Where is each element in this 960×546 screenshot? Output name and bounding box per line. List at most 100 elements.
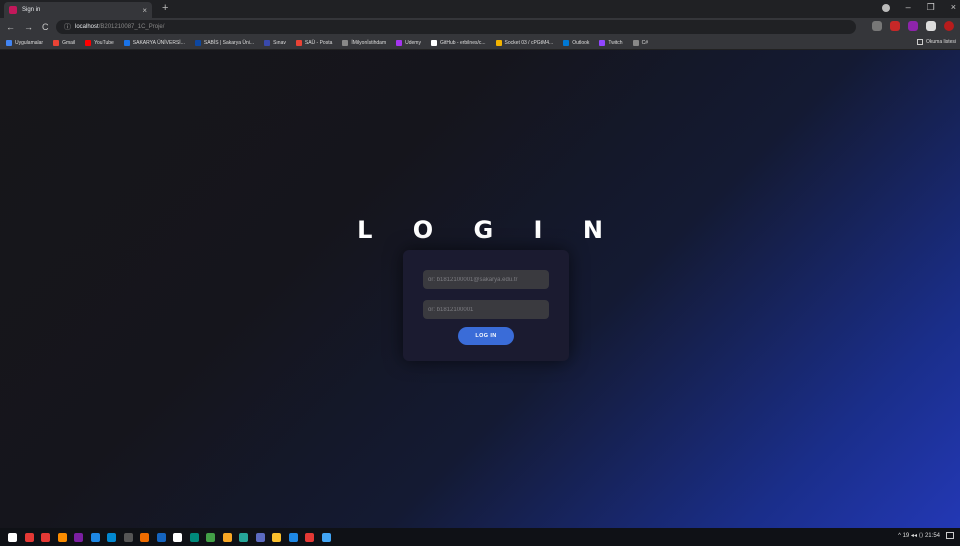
reading-list-button[interactable]: Okuma listesi (916, 39, 956, 45)
bookmark-label: YouTube (94, 39, 114, 46)
extensions-puzzle-icon[interactable] (926, 21, 936, 31)
profile-icon[interactable] (881, 4, 890, 12)
system-tray: ^ 19 ◂◂ ⟨⟩ 21:54 (898, 532, 954, 539)
bookmark-item[interactable]: Socket 03 / cPGtM4... (495, 39, 554, 46)
extension-moon-icon[interactable] (908, 21, 918, 31)
bookmark-icon (342, 39, 349, 46)
address-path: /B201210087_1C_Proje/ (98, 24, 165, 30)
reload-button[interactable]: C (42, 22, 49, 32)
tab-title: Sign in (22, 7, 41, 13)
tab-sign-in[interactable]: Sign in × (4, 2, 152, 18)
tray-text: ^ 19 ◂◂ ⟨⟩ 21:54 (898, 533, 940, 539)
bookmark-item[interactable]: Outlook (563, 39, 590, 46)
page-title: L O G I N (357, 216, 619, 244)
login-button[interactable]: LOG IN (458, 327, 514, 345)
taskbar-app-icon[interactable] (140, 532, 149, 542)
taskbar-app-icon[interactable] (288, 532, 298, 542)
bookmark-label: Udemy (405, 39, 421, 46)
bookmark-label: Socket 03 / cPGtM4... (504, 39, 554, 46)
bookmark-label: SAKARYA ÜNİVERSİ... (132, 39, 185, 46)
minimize-button[interactable]: – (906, 2, 911, 13)
favicon-icon (9, 6, 17, 14)
bookmark-label: Gmail (62, 39, 76, 46)
bookmark-item[interactable]: YouTube (85, 39, 114, 46)
taskbar-app-icon[interactable] (107, 532, 116, 542)
taskbar-app-icon[interactable] (90, 532, 100, 542)
bookmark-icon (563, 39, 570, 46)
reading-list-label: Okuma listesi (925, 39, 956, 45)
profile-avatar-icon[interactable] (944, 21, 954, 31)
taskbar-app-icon[interactable] (189, 532, 199, 542)
close-window-button[interactable]: × (951, 2, 956, 13)
bookmark-icon (123, 39, 130, 46)
taskbar-app-icon[interactable] (222, 532, 232, 542)
bookmark-item[interactable]: GitHub - erbilnes/c... (430, 39, 486, 46)
notifications-icon[interactable] (946, 532, 954, 539)
bookmark-item[interactable]: İMilyonİstihdam (342, 39, 387, 46)
taskbar-app-icon[interactable] (255, 532, 265, 542)
taskbar-app-icon[interactable] (206, 532, 215, 542)
bookmark-icon (6, 39, 12, 46)
bookmark-icon (495, 39, 502, 46)
taskbar-app-icon[interactable] (156, 532, 166, 542)
window-controls: – ❐ × (881, 2, 956, 13)
extension-adblock-icon[interactable] (890, 21, 900, 31)
bookmark-label: SAÜ - Posta (304, 39, 333, 46)
bookmark-item[interactable]: Uygulamalar (6, 39, 44, 46)
bookmark-item[interactable]: Gmail (53, 39, 76, 46)
bookmark-item[interactable]: Sınav (264, 39, 286, 46)
extensions (872, 21, 954, 31)
login-card: LOG IN (403, 250, 569, 361)
back-button[interactable]: ← (6, 22, 15, 32)
email-field[interactable] (423, 270, 549, 289)
password-field[interactable] (423, 300, 549, 319)
bookmark-item[interactable]: Twitch (599, 39, 623, 46)
taskbar-app-icon[interactable] (239, 532, 248, 542)
bookmark-icon (632, 39, 639, 46)
reading-list-icon (916, 39, 923, 45)
address-bar[interactable]: ⓘ localhost /B201210087_1C_Proje/ (56, 20, 856, 34)
login-page: L O G I N LOG IN (0, 50, 960, 528)
bookmark-icon (430, 39, 437, 46)
new-tab-button[interactable]: + (162, 2, 168, 14)
taskbar-app-icon[interactable] (41, 532, 50, 542)
taskbar-app-icon[interactable] (305, 532, 314, 542)
bookmarks-bar: Uygulamalar Gmail YouTube SAKARYA ÜNİVERSİ.… (0, 36, 960, 50)
bookmark-icon (53, 39, 60, 46)
bookmark-item[interactable]: C# (632, 39, 648, 46)
bookmark-label: Outlook (572, 39, 590, 46)
bookmark-item[interactable]: SAÜ - Posta (295, 39, 333, 46)
bookmark-label: İMilyonİstihdam (351, 39, 387, 46)
bookmark-label: SABİS | Sakarya Üni... (203, 39, 255, 46)
site-info-icon[interactable]: ⓘ (64, 22, 71, 32)
bookmark-icon (264, 39, 271, 46)
bookmark-label: Uygulamalar (15, 39, 44, 46)
bookmark-label: C# (641, 39, 648, 46)
bookmark-label: GitHub - erbilnes/c... (439, 39, 486, 46)
bookmark-item[interactable]: SABİS | Sakarya Üni... (194, 39, 255, 46)
navigation-bar: ← → C ⓘ localhost /B201210087_1C_Proje/ (0, 18, 960, 36)
bookmark-icon (599, 39, 606, 46)
forward-button[interactable]: → (24, 22, 33, 32)
close-tab-icon[interactable]: × (142, 6, 147, 15)
bookmark-label: Sınav (273, 39, 286, 46)
bookmark-icon (85, 39, 92, 46)
bookmark-label: Twitch (608, 39, 623, 46)
taskbar-app-icon[interactable] (123, 532, 133, 542)
taskbar-app-icon[interactable] (272, 532, 281, 542)
taskbar-app-icon[interactable] (74, 532, 83, 542)
taskbar-app-icon[interactable] (57, 532, 67, 542)
bookmark-item[interactable]: Udemy (396, 39, 421, 46)
start-menu-icon[interactable] (8, 532, 17, 542)
address-host: localhost (75, 24, 99, 30)
taskbar-app-icon[interactable] (173, 532, 182, 542)
taskbar-app-icon[interactable] (321, 532, 331, 542)
bookmark-icon (396, 39, 403, 46)
bookmark-icon (295, 39, 302, 46)
taskbar-app-icon[interactable] (24, 532, 34, 542)
taskbar: ^ 19 ◂◂ ⟨⟩ 21:54 (0, 528, 960, 546)
restore-button[interactable]: ❐ (927, 2, 935, 13)
tab-strip: Sign in × + – ❐ × (0, 0, 960, 18)
bookmark-item[interactable]: SAKARYA ÜNİVERSİ... (123, 39, 185, 46)
bookmark-star-icon[interactable] (872, 21, 882, 31)
